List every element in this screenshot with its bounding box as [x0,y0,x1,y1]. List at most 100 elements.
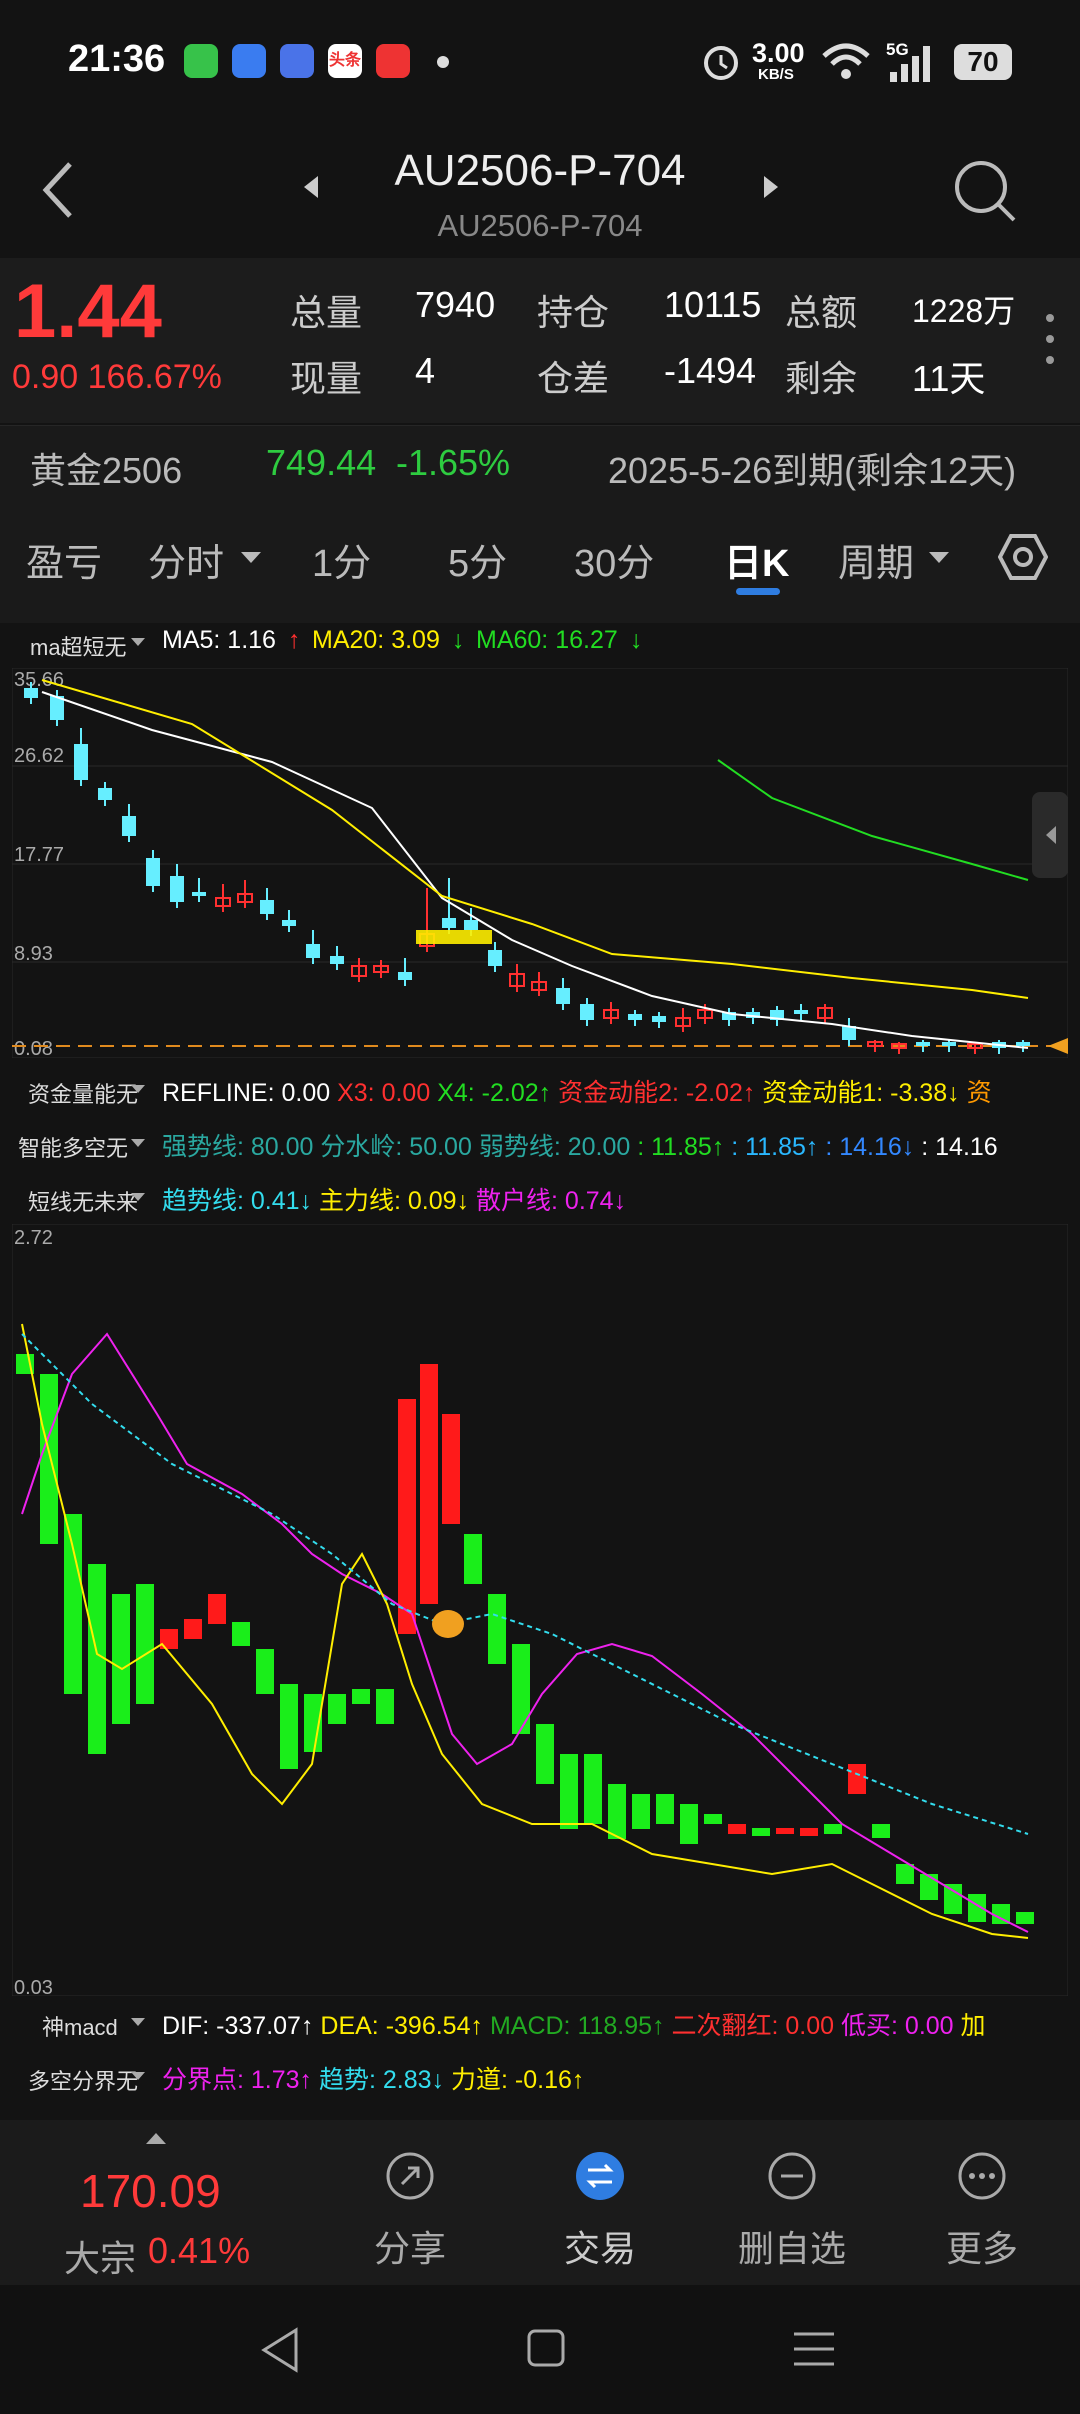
indicator-selector-macd[interactable]: 神macd [42,2010,118,2042]
indicator-bar [536,1724,554,1784]
short-indicator-values: 趋势线: 0.41↓ 主力线: 0.09↓ 散户线: 0.74↓ [162,1181,626,1217]
trade-icon[interactable] [574,2150,626,2202]
dk-values: 分界点: 1.73↑ 趋势: 2.83↓ 力道: -0.16↑ [162,2060,584,2096]
tab-intraday[interactable]: 分时 [148,532,224,587]
macd-dif: DIF: -337.07↑ [162,2012,314,2040]
share-icon[interactable] [384,2150,436,2202]
indicator-selector-fund[interactable]: 资金量能无 [28,1077,138,1109]
share-button[interactable]: 分享 [330,2220,490,2272]
stat-label-volume: 总量 [290,292,363,333]
status-time: 21:36 [68,38,166,80]
candle-body [794,1010,808,1014]
ma60-value: MA60: 16.27 [476,626,618,654]
dk-boundary: 分界点: 1.73↑ [162,2066,313,2094]
indicator-bar [488,1594,506,1664]
stat-value-remaining: 11天 [912,358,986,399]
system-recents-icon[interactable] [792,2330,836,2368]
tab-profit-loss[interactable]: 盈亏 [26,532,102,587]
indicator-bar [944,1884,962,1914]
ma20-value: MA20: 3.09 [312,626,440,654]
signal-icon [890,46,930,82]
expand-up-icon[interactable] [144,2130,168,2146]
short-main-line: 主力线: 0.09↓ [319,1187,470,1215]
remove-favorite-icon[interactable] [766,2150,818,2202]
indicator-bar [896,1864,914,1884]
net-speed: 3.00 [752,38,805,68]
kline-axis-label: 8.93 [14,943,53,965]
trend-line [21,1333,1029,1835]
indicator-selector-dk[interactable]: 多空分界无 [28,2064,138,2096]
kline-chart[interactable]: 35.66 26.62 17.77 8.93 0.08 [12,668,1068,1058]
tab-period[interactable]: 周期 [838,532,914,587]
smart-watershed: 分水岭: 50.00 [320,1133,472,1161]
indicator-bar [398,1399,416,1634]
indicator-bar [136,1584,154,1704]
smart-value-4: : 14.16 [921,1133,998,1161]
message-app-icon [184,44,218,78]
smart-indicator-values: 强势线: 80.00 分水岭: 50.00 弱势线: 20.00 : 11.85… [162,1127,998,1163]
indicator-bar [256,1649,274,1694]
search-icon[interactable] [952,158,1018,224]
candle-body [942,1042,956,1046]
chart-settings-icon[interactable] [998,532,1048,582]
kline-axis-label: 17.77 [14,844,64,866]
tab-1min[interactable]: 1分 [312,532,371,587]
indicator-bar [632,1794,650,1829]
stat-value-open-interest: 10115 [664,284,762,325]
candle-body [464,920,478,930]
system-back-icon[interactable] [258,2326,302,2374]
candle-body [1016,1042,1030,1046]
kline-axis-label: 35.66 [14,669,64,691]
signal-highlight-bar [416,930,492,944]
stat-value-volume: 7940 [415,284,496,325]
active-tab-indicator [736,588,780,595]
trade-button[interactable]: 交易 [520,2220,680,2272]
indicator-bar [442,1414,460,1524]
indicator-selector-smart[interactable]: 智能多空无 [18,1131,128,1163]
candle-body [628,1014,642,1020]
indicator-bar [704,1814,722,1824]
indicator-bar [560,1754,578,1829]
indicator-bar [848,1764,866,1794]
fund-momentum1: 资金动能1: -3.38↓ [762,1079,960,1107]
candle-body [916,1042,930,1046]
tab-30min[interactable]: 30分 [574,532,654,587]
macd-value: MACD: 118.95↑ [489,2012,665,2040]
next-contract-icon[interactable] [762,174,780,200]
indicator-bar [184,1619,202,1639]
signal-marker-icon [432,1610,464,1638]
chevron-down-icon [929,552,949,563]
smart-value-3: : 14.16↓ [825,1133,915,1161]
indicator-bar [656,1794,674,1824]
page-subtitle: AU2506-P-704 [437,208,643,243]
remove-favorite-button[interactable]: 删自选 [712,2220,872,2272]
indicator-bar [280,1684,298,1769]
indicator-bar [752,1828,770,1836]
macd-low-buy: 低买: 0.00 [841,2012,954,2040]
indicator-selector-short[interactable]: 短线无未来 [28,1185,138,1217]
indicator-chart[interactable]: 2.72 0.03 [12,1224,1068,1996]
stat-label-turnover: 总额 [785,292,858,333]
more-vertical-icon[interactable] [1042,312,1058,366]
indicator-bar [232,1622,250,1646]
candle-body [74,744,88,780]
stat-label-remaining: 剩余 [785,358,858,399]
candle-body [192,892,206,896]
net-speed-unit: KB/S [758,66,794,83]
more-icon[interactable] [956,2150,1008,2202]
fund-extra: 资 [966,1079,992,1107]
ma-selector[interactable]: ma超短无 [30,630,127,662]
toutiao-app-icon: 头条 [328,44,362,78]
index-value[interactable]: 170.09 [80,2164,221,2218]
tab-daily-k[interactable]: 日K [724,532,789,587]
battery-indicator: 70 [954,44,1012,80]
system-home-icon[interactable] [526,2328,566,2368]
chevron-down-icon [131,638,145,646]
tab-5min[interactable]: 5分 [448,532,507,587]
dk-trend: 趋势: 2.83↓ [319,2066,445,2094]
wifi-icon [822,43,870,79]
candle-body [580,1004,594,1020]
more-button[interactable]: 更多 [902,2220,1062,2272]
stock-app-icon [232,44,266,78]
price-change-pct: 166.67% [87,358,222,396]
